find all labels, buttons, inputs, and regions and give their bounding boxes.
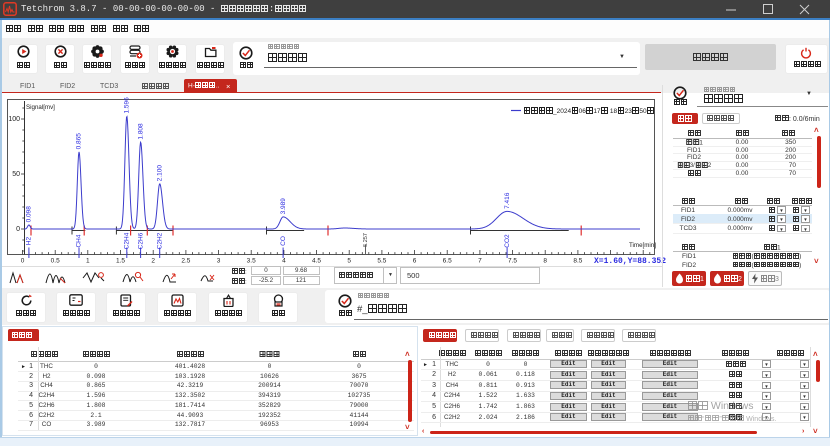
svg-text:6.5: 6.5 [443,258,452,265]
svg-text:7.5: 7.5 [508,258,517,265]
svg-text:0.865: 0.865 [76,133,83,150]
svg-text:CO2: CO2 [504,234,511,248]
svg-text:H2: H2 [26,236,33,245]
svg-text:0.098: 0.098 [26,206,33,223]
svg-text:C2H6: C2H6 [137,232,144,249]
svg-text:3: 3 [217,258,221,265]
svg-text:1.596: 1.596 [124,97,131,114]
svg-text:8: 8 [543,258,547,265]
svg-text:2.5: 2.5 [181,258,190,265]
svg-text:7.416: 7.416 [504,192,511,209]
svg-text:6: 6 [413,258,417,265]
svg-text:0.5: 0.5 [51,258,60,265]
svg-text:50: 50 [12,171,20,178]
svg-text:4: 4 [282,258,286,265]
svg-text:5: 5 [347,258,351,265]
svg-text:3.5: 3.5 [247,258,256,265]
svg-text:0: 0 [21,258,25,265]
svg-text:5.5: 5.5 [377,258,386,265]
svg-text:1.5: 1.5 [116,258,125,265]
svg-text:1: 1 [86,258,90,265]
svg-text:100: 100 [8,116,20,123]
svg-text:C2H4: C2H4 [124,232,131,249]
svg-text:4.5: 4.5 [312,258,321,265]
svg-text:7: 7 [478,258,482,265]
svg-text:1.808: 1.808 [137,123,144,140]
svg-text:3.989: 3.989 [280,198,287,215]
svg-text:8.5: 8.5 [573,258,582,265]
svg-text:2: 2 [151,258,155,265]
svg-text:CO: CO [280,236,287,246]
svg-text:5.257: 5.257 [363,233,369,247]
svg-text:0: 0 [16,226,20,233]
svg-text:CH4: CH4 [76,234,83,247]
svg-text:2.100: 2.100 [156,165,163,182]
svg-text:C2H2: C2H2 [156,232,163,249]
